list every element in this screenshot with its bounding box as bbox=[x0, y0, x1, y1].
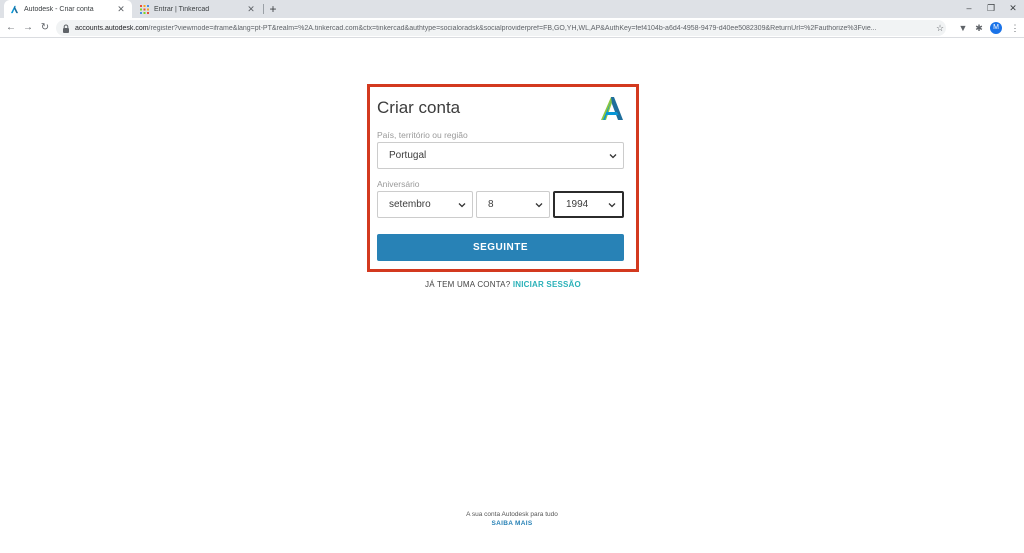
signin-prompt-text: JÁ TEM UMA CONTA? bbox=[425, 280, 511, 289]
extension-filter-icon[interactable]: ▼ bbox=[956, 21, 970, 35]
forward-arrow-icon[interactable]: → bbox=[21, 20, 35, 36]
tinkercad-favicon-icon bbox=[140, 4, 149, 14]
tab-title: Entrar | Tinkercad bbox=[154, 5, 210, 13]
next-button[interactable]: SEGUINTE bbox=[377, 234, 624, 261]
birthday-label: Aniversário bbox=[377, 179, 420, 189]
lock-icon bbox=[63, 24, 69, 33]
reload-icon[interactable]: ↻ bbox=[38, 20, 52, 36]
signin-prompt-line: JÁ TEM UMA CONTA? INICIAR SESSÃO bbox=[367, 280, 639, 289]
birth-year-select[interactable]: 1994 bbox=[553, 191, 624, 218]
chevron-down-icon bbox=[609, 153, 617, 158]
address-bar[interactable]: accounts.autodesk.com/register?viewmode=… bbox=[56, 20, 946, 36]
tab-separator bbox=[263, 4, 264, 14]
tab-autodesk-criar-conta[interactable]: Autodesk - Criar conta ✕ bbox=[4, 0, 132, 18]
tab-title: Autodesk - Criar conta bbox=[24, 5, 94, 13]
new-tab-icon[interactable]: + bbox=[266, 1, 280, 17]
extensions-puzzle-icon[interactable]: ✱ bbox=[972, 21, 986, 35]
browser-toolbar: ← → ↻ accounts.autodesk.com/register?vie… bbox=[0, 18, 1024, 38]
chevron-down-icon bbox=[608, 202, 616, 207]
birth-year-value: 1994 bbox=[566, 199, 589, 210]
tab-close-icon[interactable]: ✕ bbox=[116, 4, 126, 15]
autodesk-favicon-icon bbox=[10, 5, 19, 14]
page-title: Criar conta bbox=[377, 98, 461, 117]
url-path: /register?viewmode=iframe&lang=pt-PT&rea… bbox=[148, 24, 877, 32]
url-host: accounts.autodesk.com bbox=[75, 24, 149, 32]
chevron-down-icon bbox=[535, 202, 543, 207]
minimize-icon[interactable]: – bbox=[958, 0, 980, 16]
chevron-down-icon bbox=[458, 202, 466, 207]
window-close-icon[interactable]: ✕ bbox=[1002, 0, 1024, 16]
autodesk-logo-icon bbox=[601, 97, 623, 120]
footer-text: A sua conta Autodesk para tudo bbox=[466, 511, 558, 518]
url-text: accounts.autodesk.com/register?viewmode=… bbox=[75, 25, 877, 32]
browser-tab-strip: Autodesk - Criar conta ✕ Entrar | Tinker… bbox=[0, 0, 1024, 18]
tab-close-icon[interactable]: ✕ bbox=[246, 4, 256, 15]
learn-more-link[interactable]: SAIBA MAIS bbox=[412, 520, 612, 527]
signin-link[interactable]: INICIAR SESSÃO bbox=[513, 280, 581, 289]
country-label: País, território ou região bbox=[377, 130, 468, 140]
birth-month-value: setembro bbox=[389, 199, 431, 210]
restore-icon[interactable]: ❐ bbox=[980, 0, 1002, 16]
country-select[interactable]: Portugal bbox=[377, 142, 624, 169]
menu-kebab-icon[interactable]: ⋮ bbox=[1008, 21, 1022, 35]
tab-entrar-tinkercad[interactable]: Entrar | Tinkercad ✕ bbox=[134, 0, 262, 18]
country-select-value: Portugal bbox=[389, 150, 427, 161]
birth-month-select[interactable]: setembro bbox=[377, 191, 473, 218]
birth-day-value: 8 bbox=[488, 199, 494, 210]
profile-avatar[interactable]: M bbox=[990, 22, 1002, 34]
birth-day-select[interactable]: 8 bbox=[476, 191, 550, 218]
create-account-card: Criar conta País, território ou região P… bbox=[370, 87, 636, 269]
bookmark-star-icon[interactable]: ☆ bbox=[933, 21, 947, 35]
back-arrow-icon[interactable]: ← bbox=[4, 20, 18, 36]
